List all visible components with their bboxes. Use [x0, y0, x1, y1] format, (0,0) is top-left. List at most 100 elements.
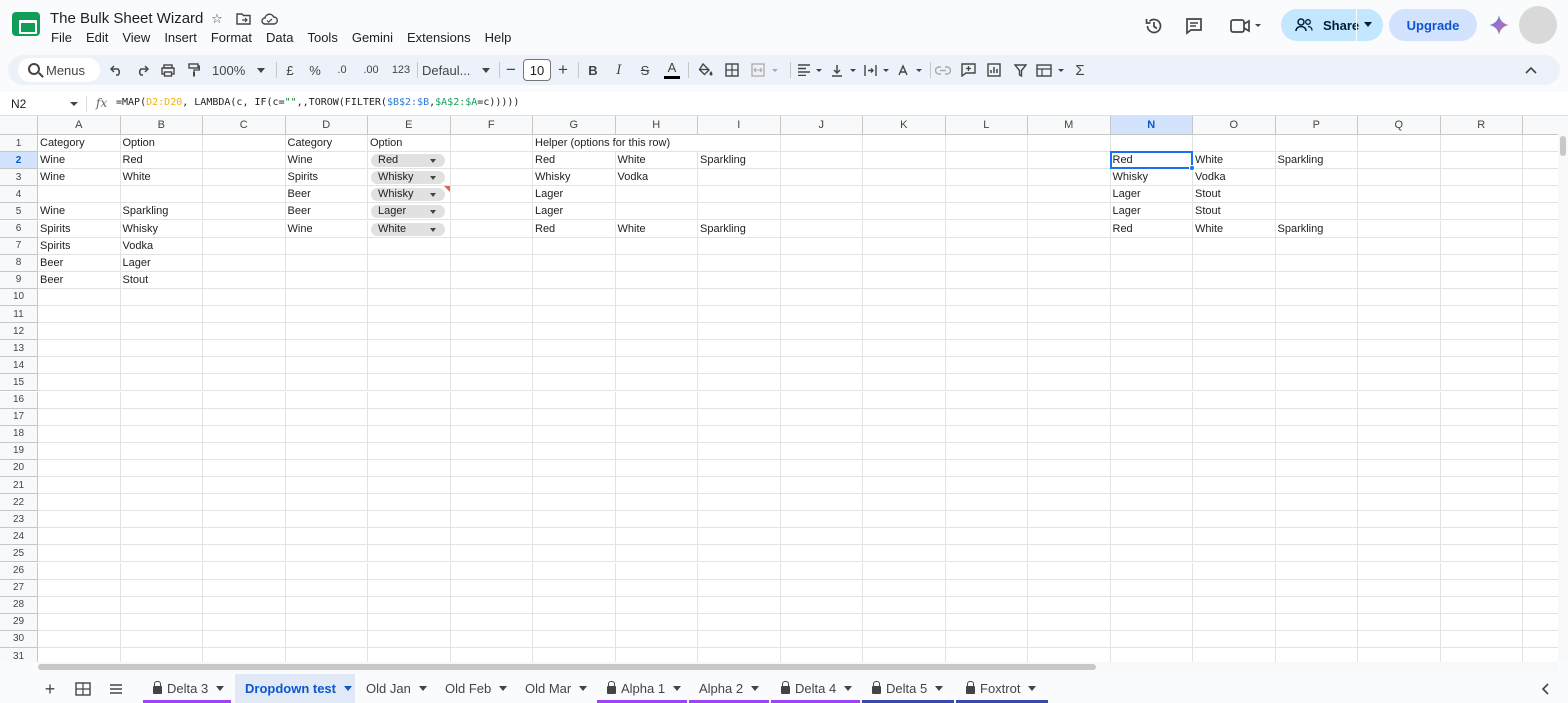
cell[interactable]	[1440, 169, 1523, 187]
cell[interactable]	[1523, 631, 1558, 648]
column-header-r[interactable]: R	[1440, 116, 1523, 135]
row-header-23[interactable]: 23	[0, 511, 38, 529]
column-header-i[interactable]: I	[698, 116, 781, 135]
cell[interactable]	[1275, 613, 1358, 631]
cell[interactable]	[615, 477, 698, 495]
cell[interactable]	[863, 306, 946, 324]
cell[interactable]	[1358, 186, 1441, 204]
cell[interactable]	[615, 186, 698, 204]
cell[interactable]	[1028, 477, 1111, 495]
cell[interactable]	[1028, 288, 1111, 306]
cell[interactable]	[450, 169, 533, 187]
cell[interactable]	[120, 477, 203, 495]
menu-file[interactable]: File	[44, 30, 79, 46]
cell-h6[interactable]: White	[615, 220, 698, 238]
undo-icon[interactable]	[108, 60, 124, 80]
menu-tools[interactable]: Tools	[300, 30, 344, 46]
cell[interactable]	[1441, 648, 1523, 662]
cell[interactable]	[1110, 237, 1193, 255]
cell-e4[interactable]: Whisky	[368, 186, 451, 204]
cell[interactable]	[1358, 425, 1441, 443]
cell[interactable]	[863, 545, 946, 563]
cell[interactable]	[780, 237, 863, 255]
cell[interactable]	[698, 306, 781, 324]
cell[interactable]	[533, 648, 616, 662]
cell[interactable]	[945, 528, 1028, 546]
cell[interactable]	[698, 579, 781, 597]
cell-b3[interactable]: White	[120, 169, 203, 187]
insert-comment-icon[interactable]	[959, 60, 977, 80]
cell[interactable]	[1275, 374, 1358, 392]
cell[interactable]	[780, 562, 863, 580]
cell[interactable]	[38, 306, 121, 324]
cell[interactable]	[1358, 630, 1441, 648]
sheet-tab-menu-icon[interactable]	[751, 686, 760, 691]
paint-format-icon[interactable]	[186, 60, 202, 80]
cell[interactable]	[1523, 289, 1558, 306]
cell[interactable]	[203, 408, 286, 426]
cell[interactable]	[945, 596, 1028, 614]
vertical-scrollbar[interactable]	[1558, 116, 1568, 662]
cell[interactable]	[203, 596, 286, 614]
cell[interactable]	[698, 630, 781, 648]
cell[interactable]	[1523, 392, 1558, 409]
menu-help[interactable]: Help	[478, 30, 519, 46]
cell[interactable]	[1275, 425, 1358, 443]
cell[interactable]	[1275, 186, 1358, 204]
meet-icon[interactable]	[1228, 15, 1264, 37]
cell[interactable]	[368, 288, 451, 306]
merge-cells-icon[interactable]	[749, 60, 783, 80]
cell[interactable]	[945, 254, 1028, 272]
cell[interactable]	[863, 648, 946, 662]
cell[interactable]	[120, 323, 203, 341]
cell[interactable]	[1275, 596, 1358, 614]
vertical-align-icon[interactable]	[830, 60, 860, 80]
cell[interactable]	[863, 323, 946, 341]
row-header-9[interactable]: 9	[0, 271, 38, 289]
sheet-tab-menu-icon[interactable]	[673, 686, 682, 691]
cell[interactable]	[698, 562, 781, 580]
cell[interactable]	[450, 391, 533, 409]
cell[interactable]	[698, 169, 781, 187]
cell[interactable]	[698, 288, 781, 306]
cell[interactable]	[698, 648, 781, 662]
name-box[interactable]: N2	[11, 97, 26, 111]
cell[interactable]	[1193, 306, 1276, 324]
text-wrapping-icon[interactable]	[863, 60, 893, 80]
horizontal-scrollbar-thumb[interactable]	[38, 664, 1096, 670]
cell-d1[interactable]: Category	[285, 135, 368, 153]
cell[interactable]	[120, 306, 203, 324]
cell[interactable]	[1523, 545, 1558, 563]
cell[interactable]	[945, 323, 1028, 341]
cell-a7[interactable]: Spirits	[38, 237, 121, 255]
cell-b9[interactable]: Stout	[120, 271, 203, 289]
cell[interactable]	[533, 511, 616, 529]
cell[interactable]	[780, 477, 863, 495]
cell[interactable]	[368, 271, 451, 289]
decrease-font-size-icon[interactable]: −	[504, 60, 518, 80]
cell[interactable]	[1110, 511, 1193, 529]
cell[interactable]	[1358, 357, 1441, 375]
cell[interactable]	[863, 288, 946, 306]
sheet-tab-menu-icon[interactable]	[216, 686, 225, 691]
cell[interactable]	[1276, 648, 1358, 662]
cell[interactable]	[368, 340, 451, 358]
cell[interactable]	[863, 340, 946, 358]
cell[interactable]	[1110, 254, 1193, 272]
font-select[interactable]: Defaul...	[422, 60, 494, 80]
row-header-22[interactable]: 22	[0, 494, 38, 512]
star-icon[interactable]: ☆	[208, 10, 226, 28]
cell[interactable]	[38, 494, 121, 512]
cell[interactable]	[780, 152, 863, 170]
filter-views-icon[interactable]	[1035, 60, 1069, 80]
cell[interactable]	[285, 579, 368, 597]
currency-format-button[interactable]: £	[282, 60, 298, 80]
cell[interactable]	[285, 271, 368, 289]
cell[interactable]	[450, 494, 533, 512]
cell[interactable]	[1275, 254, 1358, 272]
cell[interactable]	[38, 425, 121, 443]
column-header-l[interactable]: L	[945, 116, 1028, 135]
cell[interactable]	[780, 528, 863, 546]
cell[interactable]	[1523, 511, 1558, 529]
cell[interactable]	[1193, 391, 1276, 409]
